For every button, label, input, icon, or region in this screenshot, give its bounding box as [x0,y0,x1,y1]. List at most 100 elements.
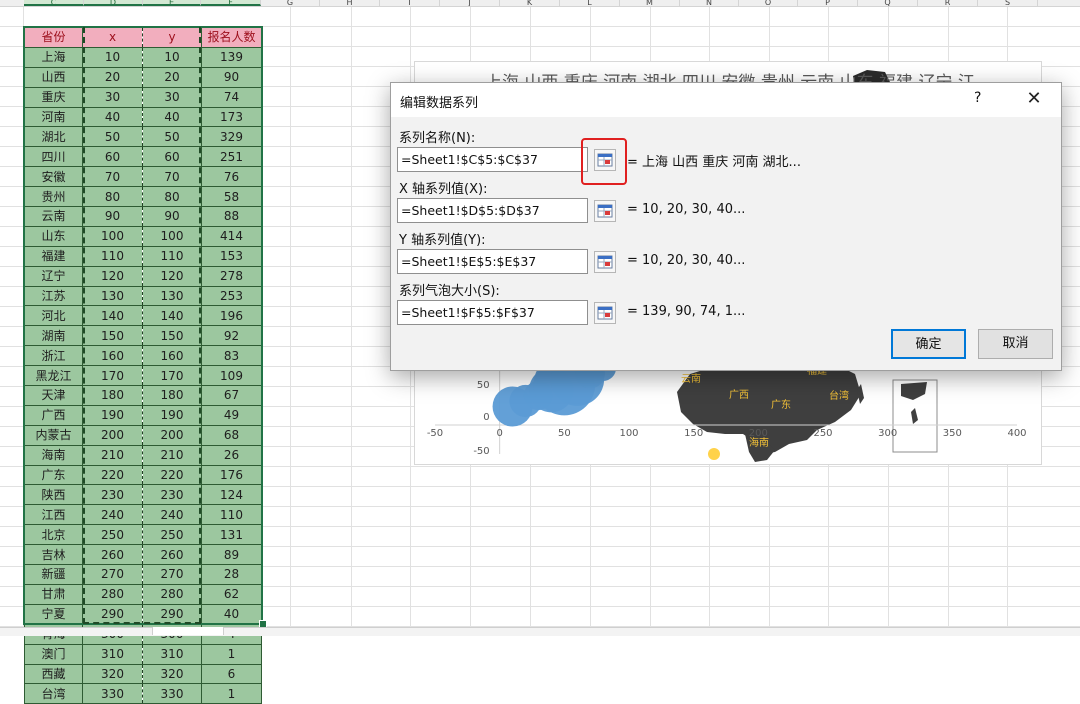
help-button[interactable]: ? [974,90,981,106]
cell-y[interactable]: 10 [142,46,202,68]
cell-count[interactable]: 6 [201,663,262,685]
cell-x[interactable]: 20 [82,66,143,88]
header-cell-count[interactable]: 报名人数 [201,27,262,48]
cell-x[interactable]: 200 [82,424,143,446]
cell-count[interactable]: 329 [201,126,262,148]
edit-series-dialog[interactable]: 编辑数据系列 ? ✕ 系列名称(N): = 上海 山西 重庆 河南 湖北... … [390,82,1062,371]
cell-x[interactable]: 210 [82,444,143,466]
cell-x[interactable]: 240 [82,504,143,526]
highlight-bubble[interactable] [708,448,720,460]
column-header-n[interactable]: N [680,0,739,6]
cell-x[interactable]: 220 [82,464,143,486]
cell-x[interactable]: 80 [82,186,143,208]
cell-y[interactable]: 160 [142,345,202,367]
cell-y[interactable]: 210 [142,444,202,466]
cell-count[interactable]: 67 [201,385,262,406]
cell-count[interactable]: 251 [201,146,262,168]
cell-count[interactable]: 139 [201,46,262,68]
column-header-d[interactable]: D [84,0,143,6]
cell-x[interactable]: 330 [82,683,143,704]
cell-y[interactable]: 230 [142,484,202,506]
cell-x[interactable]: 90 [82,206,143,227]
cell-x[interactable]: 160 [82,345,143,367]
cell-province[interactable]: 江苏 [24,285,83,307]
cell-province[interactable]: 海南 [24,444,83,466]
cell-province[interactable]: 山西 [24,66,83,88]
column-header-r[interactable]: R [918,0,978,6]
column-header-i[interactable]: I [380,0,440,6]
cell-province[interactable]: 安徽 [24,166,83,188]
cell-y[interactable]: 220 [142,464,202,486]
cell-x[interactable]: 290 [82,603,143,625]
column-header-e[interactable]: E [143,0,201,6]
cell-count[interactable]: 89 [201,544,262,566]
cell-count[interactable]: 76 [201,166,262,188]
header-cell-x[interactable]: x [82,27,143,48]
cell-x[interactable]: 130 [82,285,143,307]
cell-count[interactable]: 28 [201,564,262,585]
cell-y[interactable]: 320 [142,663,202,685]
header-cell-y[interactable]: y [142,27,202,48]
cell-x[interactable]: 320 [82,663,143,685]
cell-count[interactable]: 74 [201,86,262,108]
cell-province[interactable]: 新疆 [24,564,83,585]
cell-y[interactable]: 250 [142,524,202,546]
cell-province[interactable]: 江西 [24,504,83,526]
cell-y[interactable]: 60 [142,146,202,168]
cell-x[interactable]: 280 [82,583,143,605]
cell-count[interactable]: 124 [201,484,262,506]
cell-province[interactable]: 广东 [24,464,83,486]
cell-x[interactable]: 260 [82,544,143,566]
column-header-k[interactable]: K [500,0,560,6]
cell-province[interactable]: 湖北 [24,126,83,148]
cell-province[interactable]: 河南 [24,106,83,128]
ok-button[interactable]: 确定 [891,329,966,359]
province-data-table[interactable]: 省份 x y 报名人数 上海 10 10 139 山西 20 20 90 重庆 30 30 74 河南 4… [24,27,262,704]
cell-count[interactable]: 131 [201,524,262,546]
cell-y[interactable]: 310 [142,643,202,665]
cell-x[interactable]: 30 [82,86,143,108]
close-button[interactable]: ✕ [1021,86,1047,112]
cell-count[interactable]: 88 [201,206,262,227]
cell-x[interactable]: 100 [82,225,143,247]
column-header-m[interactable]: M [620,0,680,6]
cell-count[interactable]: 253 [201,285,262,307]
cell-count[interactable]: 62 [201,583,262,605]
cell-y[interactable]: 200 [142,424,202,446]
cell-count[interactable]: 92 [201,325,262,347]
column-header-j[interactable]: J [440,0,500,6]
cell-x[interactable]: 60 [82,146,143,168]
cell-count[interactable]: 90 [201,66,262,88]
column-header-s[interactable]: S [978,0,1038,6]
cell-x[interactable]: 50 [82,126,143,148]
cell-count[interactable]: 1 [201,643,262,665]
cell-x[interactable]: 70 [82,166,143,188]
cell-count[interactable]: 1 [201,683,262,704]
cell-province[interactable]: 北京 [24,524,83,546]
cell-count[interactable]: 83 [201,345,262,367]
cell-province[interactable]: 内蒙古 [24,424,83,446]
cell-province[interactable]: 山东 [24,225,83,247]
cell-y[interactable]: 190 [142,404,202,426]
cell-y[interactable]: 120 [142,265,202,287]
cell-y[interactable]: 290 [142,603,202,625]
cell-count[interactable]: 278 [201,265,262,287]
bubble-size-input[interactable] [397,300,588,325]
cell-province[interactable]: 天津 [24,385,83,406]
cell-province[interactable]: 福建 [24,245,83,267]
column-header-p[interactable]: P [798,0,858,6]
cell-y[interactable]: 130 [142,285,202,307]
cell-count[interactable]: 110 [201,504,262,526]
cell-province[interactable]: 吉林 [24,544,83,566]
cell-x[interactable]: 310 [82,643,143,665]
cell-y[interactable]: 280 [142,583,202,605]
cell-province[interactable]: 台湾 [24,683,83,704]
cell-count[interactable]: 176 [201,464,262,486]
bubble-size-range-picker-button[interactable] [594,302,616,324]
cell-y[interactable]: 270 [142,564,202,585]
column-header-h[interactable]: H [320,0,380,6]
cell-y[interactable]: 240 [142,504,202,526]
cell-count[interactable]: 49 [201,404,262,426]
column-header-l[interactable]: L [560,0,620,6]
cell-count[interactable]: 109 [201,365,262,387]
